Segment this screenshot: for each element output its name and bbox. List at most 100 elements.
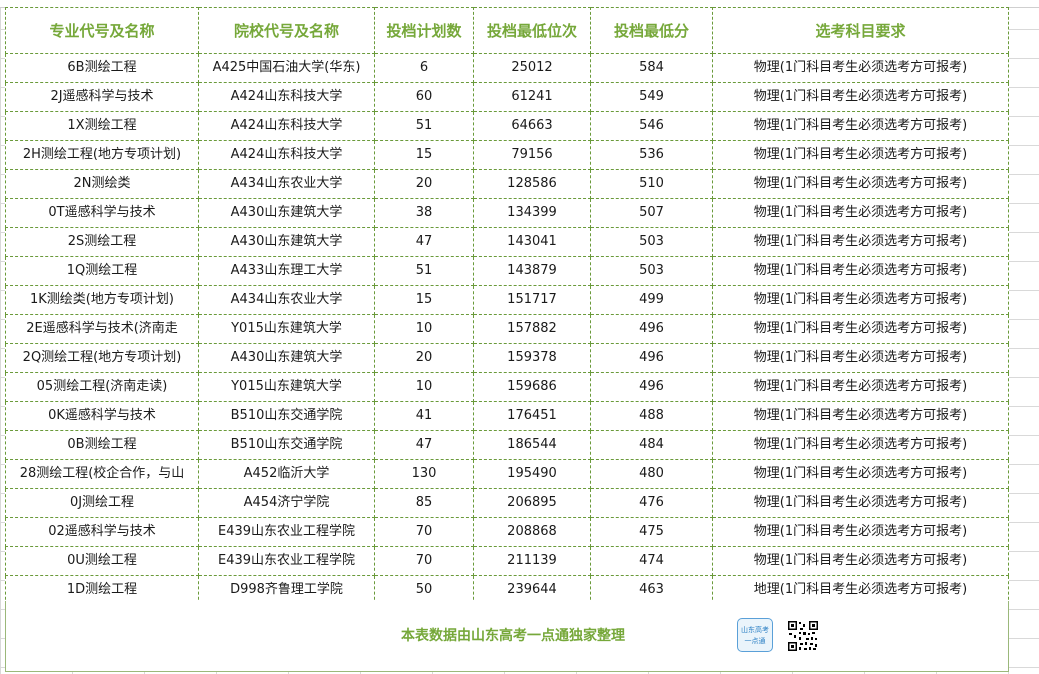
- major-cell: 0U测绘工程: [5, 546, 199, 576]
- subject-req-cell: 物理(1门科目考生必须选考方可报考): [712, 546, 1009, 576]
- school-cell: A452临沂大学: [198, 459, 375, 489]
- plan-count-cell: 130: [374, 459, 474, 489]
- subject-req-cell: 物理(1门科目考生必须选考方可报考): [712, 372, 1009, 402]
- subject-req-cell: 物理(1门科目考生必须选考方可报考): [712, 314, 1009, 344]
- subject-req-header: 选考科目要求: [712, 7, 1009, 54]
- min-rank-cell: 159686: [473, 372, 591, 402]
- min-score-cell: 536: [590, 140, 713, 170]
- min-score-cell: 475: [590, 517, 713, 547]
- major-cell: 2E遥感科学与技术(济南走: [5, 314, 199, 344]
- table-body: 6B测绘工程 A425中国石油大学(华东) 6 25012 584 物理(1门科目考生必须…: [5, 53, 1009, 605]
- table-row: 2J遥感科学与技术 A424山东科技大学 60 61241 549 物理(1门科目考生必须…: [5, 82, 1009, 112]
- min-rank-cell: 61241: [473, 82, 591, 112]
- major-cell: 1Q测绘工程: [5, 256, 199, 286]
- table-row: 2H测绘工程(地方专项计划) A424山东科技大学 15 79156 536 物理(1门科…: [5, 140, 1009, 170]
- plan-count-cell: 51: [374, 256, 474, 286]
- min-score-cell: 584: [590, 53, 713, 83]
- min-score-cell: 496: [590, 343, 713, 373]
- min-score-cell: 480: [590, 459, 713, 489]
- admission-table: 专业代号及名称 院校代号及名称 投档计划数 投档最低位次 投档最低分 选考科目要求 6B测…: [5, 7, 1009, 605]
- major-header: 专业代号及名称: [5, 7, 199, 54]
- major-cell: 0K遥感科学与技术: [5, 401, 199, 431]
- subject-req-cell: 物理(1门科目考生必须选考方可报考): [712, 53, 1009, 83]
- school-cell: A425中国石油大学(华东): [198, 53, 375, 83]
- subject-req-cell: 物理(1门科目考生必须选考方可报考): [712, 82, 1009, 112]
- subject-req-cell: 物理(1门科目考生必须选考方可报考): [712, 111, 1009, 141]
- school-cell: Y015山东建筑大学: [198, 372, 375, 402]
- min-rank-cell: 206895: [473, 488, 591, 518]
- plan-count-cell: 10: [374, 314, 474, 344]
- table-row: 28测绘工程(校企合作，与山 A452临沂大学 130 195490 480 物理(1门科…: [5, 459, 1009, 489]
- school-cell: A434山东农业大学: [198, 285, 375, 315]
- footer-note: 本表数据由山东高考一点通独家整理: [401, 628, 625, 644]
- min-rank-cell: 159378: [473, 343, 591, 373]
- subject-req-cell: 物理(1门科目考生必须选考方可报考): [712, 285, 1009, 315]
- footer: 本表数据由山东高考一点通独家整理 山东高考 一点通: [5, 601, 1009, 672]
- table-header-row: 专业代号及名称 院校代号及名称 投档计划数 投档最低位次 投档最低分 选考科目要求: [5, 7, 1009, 54]
- school-cell: A430山东建筑大学: [198, 198, 375, 228]
- school-cell: A424山东科技大学: [198, 140, 375, 170]
- min-score-cell: 474: [590, 546, 713, 576]
- subject-req-cell: 物理(1门科目考生必须选考方可报考): [712, 256, 1009, 286]
- min-rank-header: 投档最低位次: [473, 7, 591, 54]
- plan-count-cell: 47: [374, 227, 474, 257]
- min-rank-cell: 151717: [473, 285, 591, 315]
- min-score-cell: 496: [590, 314, 713, 344]
- school-cell: A430山东建筑大学: [198, 227, 375, 257]
- table-row: 0U测绘工程 E439山东农业工程学院 70 211139 474 物理(1门科目考生必须…: [5, 546, 1009, 576]
- logo-line-1: 山东高考: [741, 626, 769, 634]
- shandong-gaokao-logo-icon: 山东高考 一点通: [737, 618, 773, 652]
- min-rank-cell: 25012: [473, 53, 591, 83]
- school-cell: E439山东农业工程学院: [198, 517, 375, 547]
- plan-count-cell: 38: [374, 198, 474, 228]
- min-score-cell: 496: [590, 372, 713, 402]
- school-cell: E439山东农业工程学院: [198, 546, 375, 576]
- subject-req-cell: 物理(1门科目考生必须选考方可报考): [712, 517, 1009, 547]
- major-cell: 28测绘工程(校企合作，与山: [5, 459, 199, 489]
- school-cell: A454济宁学院: [198, 488, 375, 518]
- min-score-cell: 499: [590, 285, 713, 315]
- plan-count-header: 投档计划数: [374, 7, 474, 54]
- major-cell: 0T遥感科学与技术: [5, 198, 199, 228]
- min-rank-cell: 208868: [473, 517, 591, 547]
- table-row: 2N测绘类 A434山东农业大学 20 128586 510 物理(1门科目考生必须选考方…: [5, 169, 1009, 199]
- plan-count-cell: 6: [374, 53, 474, 83]
- min-score-cell: 476: [590, 488, 713, 518]
- table-row: 6B测绘工程 A425中国石油大学(华东) 6 25012 584 物理(1门科目考生必须…: [5, 53, 1009, 83]
- table-row: 1X测绘工程 A424山东科技大学 51 64663 546 物理(1门科目考生必须选考方…: [5, 111, 1009, 141]
- min-rank-cell: 157882: [473, 314, 591, 344]
- table-row: 02遥感科学与技术 E439山东农业工程学院 70 208868 475 物理(1门科目考…: [5, 517, 1009, 547]
- plan-count-cell: 70: [374, 517, 474, 547]
- school-cell: A433山东理工大学: [198, 256, 375, 286]
- subject-req-cell: 物理(1门科目考生必须选考方可报考): [712, 488, 1009, 518]
- major-cell: 2S测绘工程: [5, 227, 199, 257]
- plan-count-cell: 51: [374, 111, 474, 141]
- min-rank-cell: 134399: [473, 198, 591, 228]
- min-rank-cell: 79156: [473, 140, 591, 170]
- min-score-cell: 510: [590, 169, 713, 199]
- major-cell: 05测绘工程(济南走读): [5, 372, 199, 402]
- min-rank-cell: 143879: [473, 256, 591, 286]
- min-score-header: 投档最低分: [590, 7, 713, 54]
- plan-count-cell: 60: [374, 82, 474, 112]
- min-rank-cell: 143041: [473, 227, 591, 257]
- min-rank-cell: 195490: [473, 459, 591, 489]
- school-cell: A424山东科技大学: [198, 111, 375, 141]
- plan-count-cell: 10: [374, 372, 474, 402]
- major-cell: 2J遥感科学与技术: [5, 82, 199, 112]
- min-score-cell: 503: [590, 256, 713, 286]
- table-row: 0B测绘工程 B510山东交通学院 47 186544 484 物理(1门科目考生必须选考…: [5, 430, 1009, 460]
- school-cell: A424山东科技大学: [198, 82, 375, 112]
- subject-req-cell: 物理(1门科目考生必须选考方可报考): [712, 227, 1009, 257]
- table-row: 2E遥感科学与技术(济南走 Y015山东建筑大学 10 157882 496 物理(1门科…: [5, 314, 1009, 344]
- min-score-cell: 484: [590, 430, 713, 460]
- min-score-cell: 549: [590, 82, 713, 112]
- subject-req-cell: 物理(1门科目考生必须选考方可报考): [712, 140, 1009, 170]
- min-rank-cell: 186544: [473, 430, 591, 460]
- min-rank-cell: 128586: [473, 169, 591, 199]
- min-score-cell: 507: [590, 198, 713, 228]
- plan-count-cell: 20: [374, 169, 474, 199]
- plan-count-cell: 85: [374, 488, 474, 518]
- table-row: 2S测绘工程 A430山东建筑大学 47 143041 503 物理(1门科目考生必须选考…: [5, 227, 1009, 257]
- school-cell: A434山东农业大学: [198, 169, 375, 199]
